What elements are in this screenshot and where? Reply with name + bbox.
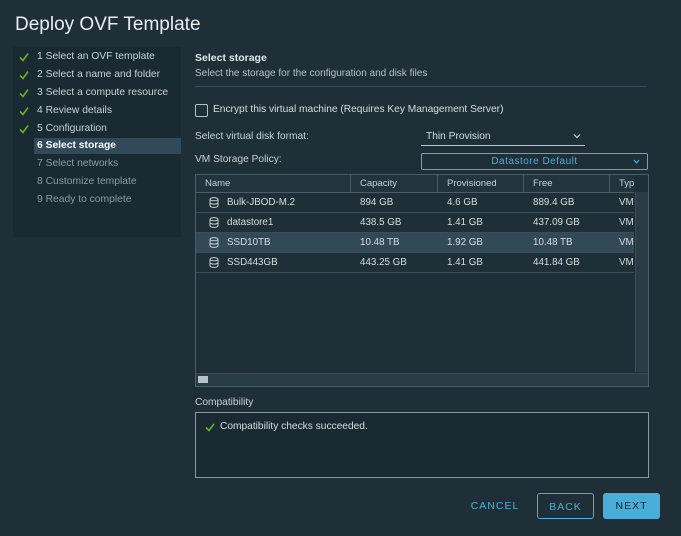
wizard-step-compute-resource[interactable]: 3 Select a compute resource — [19, 85, 179, 101]
wizard-step-select-networks: 7 Select networks — [19, 156, 179, 172]
cell-free: 437.09 GB — [533, 217, 580, 228]
cell-capacity: 894 GB — [360, 197, 394, 208]
encrypt-vm-checkbox[interactable] — [195, 104, 208, 117]
wizard-step-label: 1 Select an OVF template — [37, 51, 155, 62]
disk-format-label: Select virtual disk format: — [195, 131, 309, 142]
column-header-type[interactable]: Typ — [610, 175, 634, 192]
cell-provisioned: 1.41 GB — [447, 217, 483, 228]
wizard-step-customize-template: 8 Customize template — [19, 174, 179, 190]
cell-capacity: 438.5 GB — [360, 217, 402, 228]
wizard-step-name-folder[interactable]: 2 Select a name and folder — [19, 67, 179, 83]
check-icon — [19, 71, 29, 80]
storage-policy-select[interactable]: Datastore Default — [421, 153, 648, 170]
wizard-steps: 1 Select an OVF template 2 Select a name… — [13, 47, 181, 237]
disk-format-value: Thin Provision — [426, 131, 491, 142]
grid-header: Name Capacity Provisioned Free Typ — [196, 175, 634, 193]
column-header-name[interactable]: Name — [196, 175, 351, 192]
cell-capacity: 443.25 GB — [360, 257, 407, 268]
back-button[interactable]: BACK — [537, 493, 594, 519]
cell-name: SSD443GB — [227, 257, 278, 268]
check-icon — [205, 423, 215, 432]
dialog-title: Deploy OVF Template — [15, 14, 201, 35]
page-subheading: Select the storage for the configuration… — [195, 68, 428, 79]
storage-policy-value: Datastore Default — [491, 156, 578, 167]
cell-capacity: 10.48 TB — [360, 237, 400, 248]
wizard-step-label: 6 Select storage — [37, 140, 116, 151]
check-icon — [19, 125, 29, 134]
page-heading: Select storage — [195, 52, 267, 64]
column-header-free[interactable]: Free — [524, 175, 610, 192]
vertical-scrollbar[interactable] — [635, 192, 648, 372]
wizard-step-label: 5 Configuration — [37, 123, 107, 134]
table-row[interactable]: Bulk-JBOD-M.2 894 GB 4.6 GB 889.4 GB VM — [196, 193, 634, 213]
cell-name: Bulk-JBOD-M.2 — [227, 197, 296, 208]
check-icon — [19, 107, 29, 116]
compatibility-message: Compatibility checks succeeded. — [220, 421, 368, 432]
column-header-provisioned[interactable]: Provisioned — [438, 175, 524, 192]
cell-provisioned: 1.92 GB — [447, 237, 483, 248]
cell-type: VM — [619, 197, 634, 208]
check-icon — [19, 89, 29, 98]
cell-name: datastore1 — [227, 217, 274, 228]
cell-type: VM — [619, 257, 634, 268]
table-row-selected[interactable]: SSD10TB 10.48 TB 1.92 GB 10.48 TB VM — [196, 233, 634, 253]
divider — [195, 86, 647, 87]
cancel-button[interactable]: CANCEL — [466, 493, 524, 519]
deploy-ovf-dialog: Deploy OVF Template 1 Select an OVF temp… — [0, 0, 681, 536]
next-button[interactable]: NEXT — [603, 493, 660, 519]
chevron-down-icon — [633, 159, 640, 164]
compatibility-panel: Compatibility checks succeeded. — [195, 412, 649, 478]
wizard-step-configuration[interactable]: 5 Configuration — [19, 121, 179, 137]
table-row[interactable]: datastore1 438.5 GB 1.41 GB 437.09 GB VM — [196, 213, 634, 233]
check-icon — [19, 53, 29, 62]
cell-type: VM — [619, 237, 634, 248]
disk-format-select[interactable]: Thin Provision — [421, 129, 585, 146]
wizard-step-label: 4 Review details — [37, 105, 112, 116]
cell-provisioned: 4.6 GB — [447, 197, 478, 208]
cell-free: 10.48 TB — [533, 237, 573, 248]
wizard-step-select-ovf[interactable]: 1 Select an OVF template — [19, 49, 179, 65]
storage-policy-label: VM Storage Policy: — [195, 154, 282, 165]
wizard-step-label: 7 Select networks — [37, 158, 119, 169]
column-header-capacity[interactable]: Capacity — [351, 175, 438, 192]
table-row[interactable]: SSD443GB 443.25 GB 1.41 GB 441.84 GB VM — [196, 253, 634, 273]
cell-type: VM — [619, 217, 634, 228]
horizontal-scrollbar[interactable] — [196, 373, 648, 386]
cell-name: SSD10TB — [227, 237, 271, 248]
cell-free: 889.4 GB — [533, 197, 575, 208]
wizard-step-select-storage[interactable]: 6 Select storage — [34, 138, 181, 154]
cell-provisioned: 1.41 GB — [447, 257, 483, 268]
wizard-step-review-details[interactable]: 4 Review details — [19, 103, 179, 119]
scrollbar-corner — [636, 374, 648, 386]
wizard-step-label: 3 Select a compute resource — [37, 87, 169, 98]
wizard-step-ready-complete: 9 Ready to complete — [19, 192, 179, 208]
wizard-step-label: 2 Select a name and folder — [37, 69, 161, 80]
wizard-step-label: 9 Ready to complete — [37, 194, 132, 205]
encrypt-vm-label: Encrypt this virtual machine (Requires K… — [213, 104, 504, 115]
chevron-down-icon — [573, 134, 581, 139]
wizard-step-label: 8 Customize template — [37, 176, 137, 187]
cell-free: 441.84 GB — [533, 257, 580, 268]
compatibility-label: Compatibility — [195, 397, 254, 408]
datastore-grid: Name Capacity Provisioned Free Typ Bulk-… — [195, 174, 649, 387]
scrollbar-thumb[interactable] — [198, 376, 208, 383]
